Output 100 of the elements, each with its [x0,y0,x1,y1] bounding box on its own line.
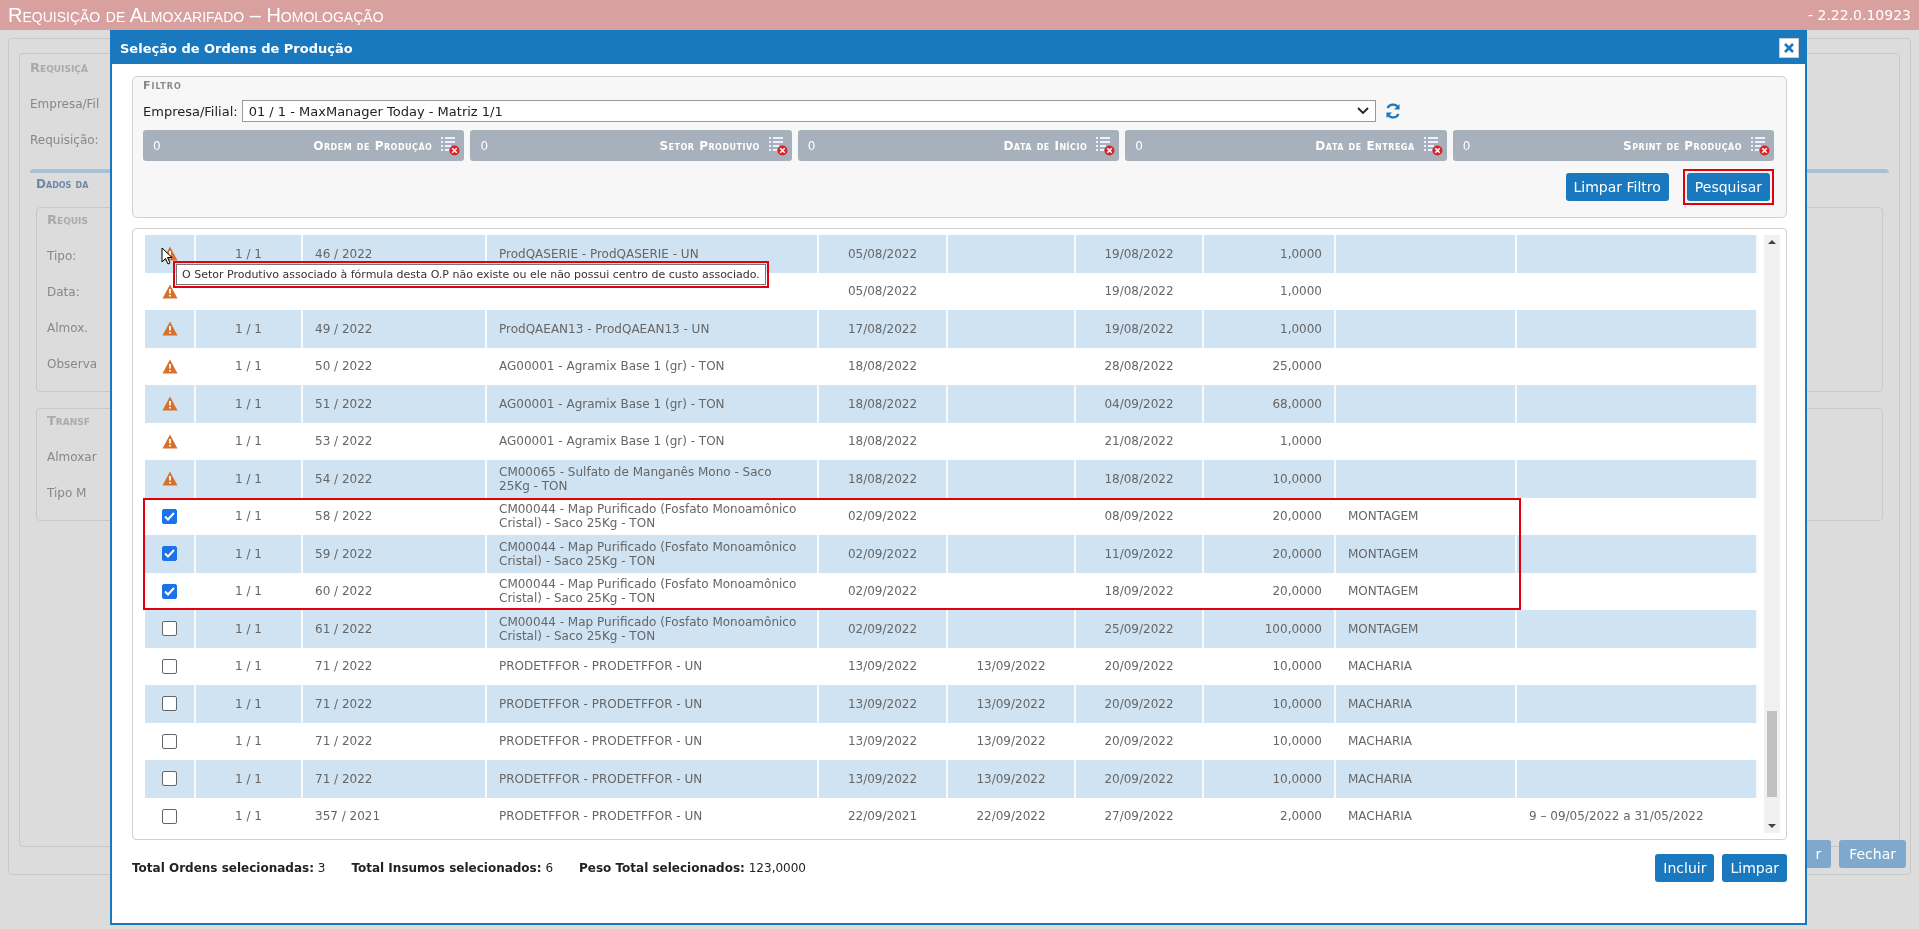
row-checkbox[interactable] [162,733,177,749]
warning-icon [161,396,178,412]
table-cell: 21/08/2022 [1104,434,1174,449]
scroll-down-icon[interactable] [1768,823,1776,829]
table-row[interactable]: 1 / 1 61 / 2022 CM00044 - Map Purificado (Fosfato Monoamônico Cristal) - Saco 25Kg - TON 02/09/2022 25/09/2022 100,0000 MONTAGEM [145,610,1758,648]
table-cell: 04/09/2022 [1104,396,1174,411]
row-checkbox[interactable] [162,658,177,674]
table-cell: 13/09/2022 [847,771,918,786]
table-cell: PRODETFFOR - PRODETFFOR - UN [499,771,703,786]
table-cell: 13/09/2022 [847,696,918,711]
table-cell: 18/09/2022 [1104,584,1174,599]
footer-button[interactable]: Limpar [1722,854,1787,882]
table-cell: 02/09/2022 [847,509,918,524]
table-cell: 28/08/2022 [1104,359,1174,374]
row-checkbox[interactable] [162,583,177,599]
table-cell: 18/08/2022 [847,396,918,411]
action-button[interactable]: r [1805,840,1832,868]
filter-count: 0 [807,138,816,153]
field-label: Requisição: [30,133,99,147]
row-checkbox[interactable] [162,696,177,712]
scrollbar[interactable] [1764,235,1780,833]
table-cell: MONTAGEM [1348,584,1419,599]
warning-icon [161,321,178,337]
filter-label: Data de Início [1002,138,1088,153]
table-row[interactable]: 1 / 1 51 / 2022 AG00001 - Agramix Base 1 (gr) - TON 18/08/2022 04/09/2022 68,0000 [145,385,1758,423]
filter-count: 0 [1135,138,1143,153]
table-cell: 20/09/2022 [1104,771,1174,786]
caret-icon [1356,107,1369,115]
clear-filter-icon[interactable] [1750,135,1771,156]
table-row[interactable]: 1 / 1 59 / 2022 CM00044 - Map Purificado (Fosfato Monoamônico Cristal) - Saco 25Kg - TON 02/09/2022 11/09/2022 20,0000 MONTAGEM [145,535,1758,573]
table-cell: 60 / 2022 [315,584,373,599]
scroll-up-icon[interactable] [1768,239,1776,245]
app-title: Requisição de Almoxarifado – Homologação [8,3,384,27]
table-cell: MACHARIA [1348,696,1413,711]
table-cell: 1 / 1 [235,584,262,599]
field-label: Observa [47,357,98,371]
table-cell-text: CM00065 - Sulfato de Manganês Mono - Saco 25Kg - TON [499,464,773,493]
table-cell: 13/09/2022 [847,659,918,674]
company-select[interactable]: 01 / 1 - MaxManager Today - Matriz 1/1 [241,100,1376,122]
row-checkbox[interactable] [162,808,177,824]
table-cell: 25,0000 [1272,359,1322,374]
table-cell: 02/09/2022 [847,584,918,599]
clear-filter-icon[interactable] [1422,135,1443,156]
table-row[interactable]: 1 / 1 54 / 2022 CM00065 - Sulfato de Manganês Mono - Saco 25Kg - TON 18/08/2022 18/08/2022 10,0000 [145,460,1758,498]
table-cell: 46 / 2022 [315,246,373,261]
table-cell: MONTAGEM [1348,621,1419,636]
table-cell: 02/09/2022 [847,621,918,636]
tab[interactable]: Dados da [36,177,89,191]
table-row[interactable]: 1 / 1 49 / 2022 ProdQAEAN13 - ProdQAEAN13 - UN 17/08/2022 19/08/2022 1,0000 [145,310,1758,348]
table-cell-text: CM00044 - Map Purificado (Fosfato Monoamônico Cristal) - Saco 25Kg - TON [499,539,798,568]
table-cell: 13/09/2022 [976,734,1046,749]
table-cell: 20/09/2022 [1104,696,1174,711]
clear-filter-icon[interactable] [767,135,788,156]
filter-button[interactable]: Pesquisar [1686,173,1770,201]
table-cell: 10,0000 [1272,771,1322,786]
field-label: Empresa/Fil [30,97,100,111]
row-checkbox[interactable] [162,771,177,787]
table-cell: 10,0000 [1272,696,1322,711]
table-cell: 1 / 1 [235,546,262,561]
table-cell: 1 / 1 [235,359,262,374]
table-cell: 17/08/2022 [847,321,918,336]
close-button[interactable] [1779,38,1799,58]
table-cell: 1 / 1 [235,621,262,636]
table-cell: 18/08/2022 [847,359,918,374]
table-cell: 1 / 1 [235,434,262,449]
row-checkbox[interactable] [162,621,177,637]
table-cell: 20/09/2022 [1104,659,1174,674]
table-cell: 1 / 1 [235,396,262,411]
table-cell: 08/09/2022 [1104,509,1174,524]
table-row[interactable]: 1 / 1 71 / 2022 PRODETFFOR - PRODETFFOR - UN 13/09/2022 13/09/2022 20/09/2022 10,0000 MACHARIA [145,760,1758,798]
table-row[interactable]: 1 / 1 71 / 2022 PRODETFFOR - PRODETFFOR - UN 13/09/2022 13/09/2022 20/09/2022 10,0000 MACHARIA [145,685,1758,723]
clear-filter-icon[interactable] [440,135,461,156]
table-cell: 51 / 2022 [315,396,373,411]
clear-filter-icon[interactable] [1095,135,1116,156]
table-cell: 22/09/2022 [976,809,1046,824]
filter-button[interactable]: Limpar Filtro [1565,173,1669,201]
table-cell: 357 / 2021 [315,809,381,824]
table-cell: AG00001 - Agramix Base 1 (gr) - TON [499,434,725,449]
table-cell: 13/09/2022 [847,734,918,749]
table-cell: MACHARIA [1348,734,1413,749]
row-checkbox[interactable] [162,546,177,562]
table-cell: 1 / 1 [235,696,262,711]
table-cell: 13/09/2022 [976,771,1046,786]
row-checkbox[interactable] [162,508,177,524]
table-cell: 18/08/2022 [847,434,918,449]
footer-button[interactable]: Incluir [1655,854,1715,882]
table-cell: 1 / 1 [235,734,262,749]
table-cell: MACHARIA [1348,809,1413,824]
table-cell: 19/08/2022 [1104,321,1174,336]
filter-count: 0 [480,138,489,153]
filter-count: 0 [1462,138,1471,153]
table-cell: AG00001 - Agramix Base 1 (gr) - TON [499,396,725,411]
table-cell: 1 / 1 [235,659,262,674]
table-cell: 49 / 2022 [315,321,373,336]
table-cell: ProdQAEAN13 - ProdQAEAN13 - UN [499,321,710,336]
table-cell-text: CM00044 - Map Purificado (Fosfato Monoamônico Cristal) - Saco 25Kg - TON [499,614,798,643]
table-cell: MACHARIA [1348,771,1413,786]
scrollbar-thumb[interactable] [1767,711,1777,797]
field-label: Data: [47,285,80,299]
action-button[interactable]: Fechar [1839,840,1906,868]
